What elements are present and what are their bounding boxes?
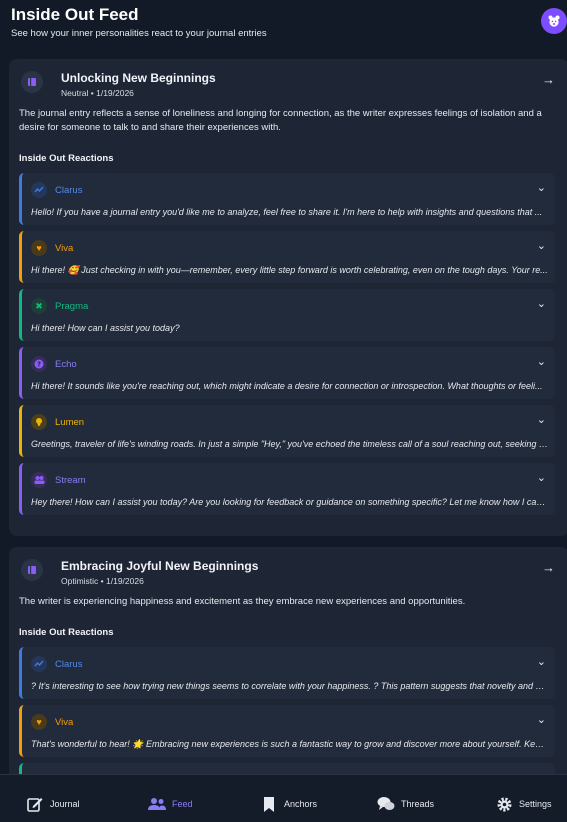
- reaction-echo[interactable]: ? Echo ⌄ Hi there! It sounds like you're…: [19, 347, 555, 399]
- reaction-text: Hi there! It sounds like you're reaching…: [31, 381, 543, 391]
- chevron-down-icon[interactable]: ⌄: [537, 713, 546, 726]
- reaction-name: Viva: [55, 717, 74, 728]
- reactions-heading: Inside Out Reactions: [19, 153, 114, 164]
- gear-icon: [495, 795, 513, 813]
- chat-bubbles-icon: [377, 795, 395, 813]
- reaction-text: Hey there! How can I assist you today? A…: [31, 497, 549, 507]
- heart-icon: ♥: [31, 240, 47, 256]
- reaction-pragma[interactable]: ✖ Pragma ⌄ Hi there! How can I assist yo…: [19, 289, 555, 341]
- chevron-down-icon[interactable]: ⌄: [537, 239, 546, 252]
- svg-text:?: ?: [37, 361, 41, 369]
- entry-meta: Neutral • 1/19/2026: [61, 88, 134, 98]
- entry-meta: Optimistic • 1/19/2026: [61, 576, 144, 586]
- chevron-down-icon[interactable]: ⌄: [537, 413, 546, 426]
- reaction-peek[interactable]: [19, 763, 555, 774]
- journal-entry-card[interactable]: Unlocking New Beginnings Neutral • 1/19/…: [9, 59, 567, 536]
- chevron-down-icon[interactable]: ⌄: [537, 655, 546, 668]
- reaction-viva[interactable]: ♥ Viva ⌄ Hi there! 🥰 Just checking in wi…: [19, 231, 555, 283]
- reaction-clarus[interactable]: Clarus ⌄ ? It's interesting to see how t…: [19, 647, 555, 699]
- nav-anchors[interactable]: Anchors: [260, 795, 317, 813]
- chart-line-icon: [31, 656, 47, 672]
- page-header: Inside Out Feed See how your inner perso…: [0, 0, 567, 50]
- reaction-text: Hello! If you have a journal entry you'd…: [31, 207, 543, 217]
- entry-title: Unlocking New Beginnings: [61, 71, 216, 85]
- people-icon: [148, 795, 166, 813]
- reaction-text: ? It's interesting to see how trying new…: [31, 681, 549, 691]
- reaction-lumen[interactable]: Lumen ⌄ Greetings, traveler of life's wi…: [19, 405, 555, 457]
- nav-settings[interactable]: Settings: [495, 795, 552, 813]
- reaction-stream[interactable]: Stream ⌄ Hey there! How can I assist you…: [19, 463, 555, 515]
- journal-entry-card[interactable]: Embracing Joyful New Beginnings Optimist…: [9, 547, 567, 774]
- reaction-name: Clarus: [55, 659, 83, 670]
- entry-summary: The writer is experiencing happiness and…: [19, 596, 466, 607]
- chevron-down-icon[interactable]: ⌄: [537, 181, 546, 194]
- reaction-name: Stream: [55, 475, 86, 486]
- chevron-down-icon[interactable]: ⌄: [537, 355, 546, 368]
- nav-label: Settings: [519, 799, 552, 809]
- card-header: Embracing Joyful New Beginnings Optimist…: [19, 557, 559, 595]
- reaction-text: Greetings, traveler of life's winding ro…: [31, 439, 549, 449]
- reaction-name: Viva: [55, 243, 74, 254]
- nav-journal[interactable]: Journal: [26, 795, 80, 813]
- page-title: Inside Out Feed: [11, 5, 139, 24]
- people-icon: [31, 472, 47, 488]
- chevron-down-icon[interactable]: ⌄: [537, 471, 546, 484]
- bottom-nav: Journal Feed Anchors Threads Settings: [0, 774, 567, 822]
- reaction-name: Clarus: [55, 185, 83, 196]
- nav-label: Feed: [172, 799, 193, 809]
- entry-title: Embracing Joyful New Beginnings: [61, 559, 259, 573]
- book-icon: [21, 559, 43, 581]
- reaction-name: Echo: [55, 359, 77, 370]
- nav-label: Threads: [401, 799, 435, 809]
- nav-threads[interactable]: Threads: [377, 795, 434, 813]
- heart-icon: ♥: [31, 714, 47, 730]
- chevron-down-icon[interactable]: ⌄: [537, 297, 546, 310]
- card-header: Unlocking New Beginnings Neutral • 1/19/…: [19, 69, 559, 107]
- reaction-name: Pragma: [55, 301, 89, 312]
- reaction-text: Hi there! 🥰 Just checking in with you—re…: [31, 265, 548, 275]
- reaction-name: Lumen: [55, 417, 85, 428]
- nav-label: Anchors: [284, 799, 318, 809]
- profile-avatar-button[interactable]: [541, 8, 567, 34]
- chart-line-icon: [31, 182, 47, 198]
- reaction-viva[interactable]: ♥ Viva ⌄ That's wonderful to hear! 🌟 Emb…: [19, 705, 555, 757]
- book-icon: [21, 71, 43, 93]
- arrow-right-icon[interactable]: →: [542, 560, 555, 575]
- feed-list[interactable]: Unlocking New Beginnings Neutral • 1/19/…: [0, 50, 567, 774]
- entry-summary: The journal entry reflects a sense of lo…: [19, 108, 542, 133]
- journal-edit-icon: [26, 795, 44, 813]
- bear-face-icon: [548, 15, 560, 27]
- reaction-text: Hi there! How can I assist you today?: [31, 323, 180, 333]
- bookmark-icon: [260, 795, 278, 813]
- arrow-right-icon[interactable]: →: [542, 72, 555, 87]
- nav-label: Journal: [50, 799, 80, 809]
- page-subtitle: See how your inner personalities react t…: [11, 28, 267, 39]
- reaction-text: That's wonderful to hear! 🌟 Embracing ne…: [31, 739, 549, 749]
- reactions-heading: Inside Out Reactions: [19, 627, 114, 638]
- nav-feed[interactable]: Feed: [148, 795, 193, 813]
- question-icon: ?: [31, 356, 47, 372]
- tools-icon: ✖: [31, 298, 47, 314]
- lightbulb-icon: [31, 414, 47, 430]
- reaction-clarus[interactable]: Clarus ⌄ Hello! If you have a journal en…: [19, 173, 555, 225]
